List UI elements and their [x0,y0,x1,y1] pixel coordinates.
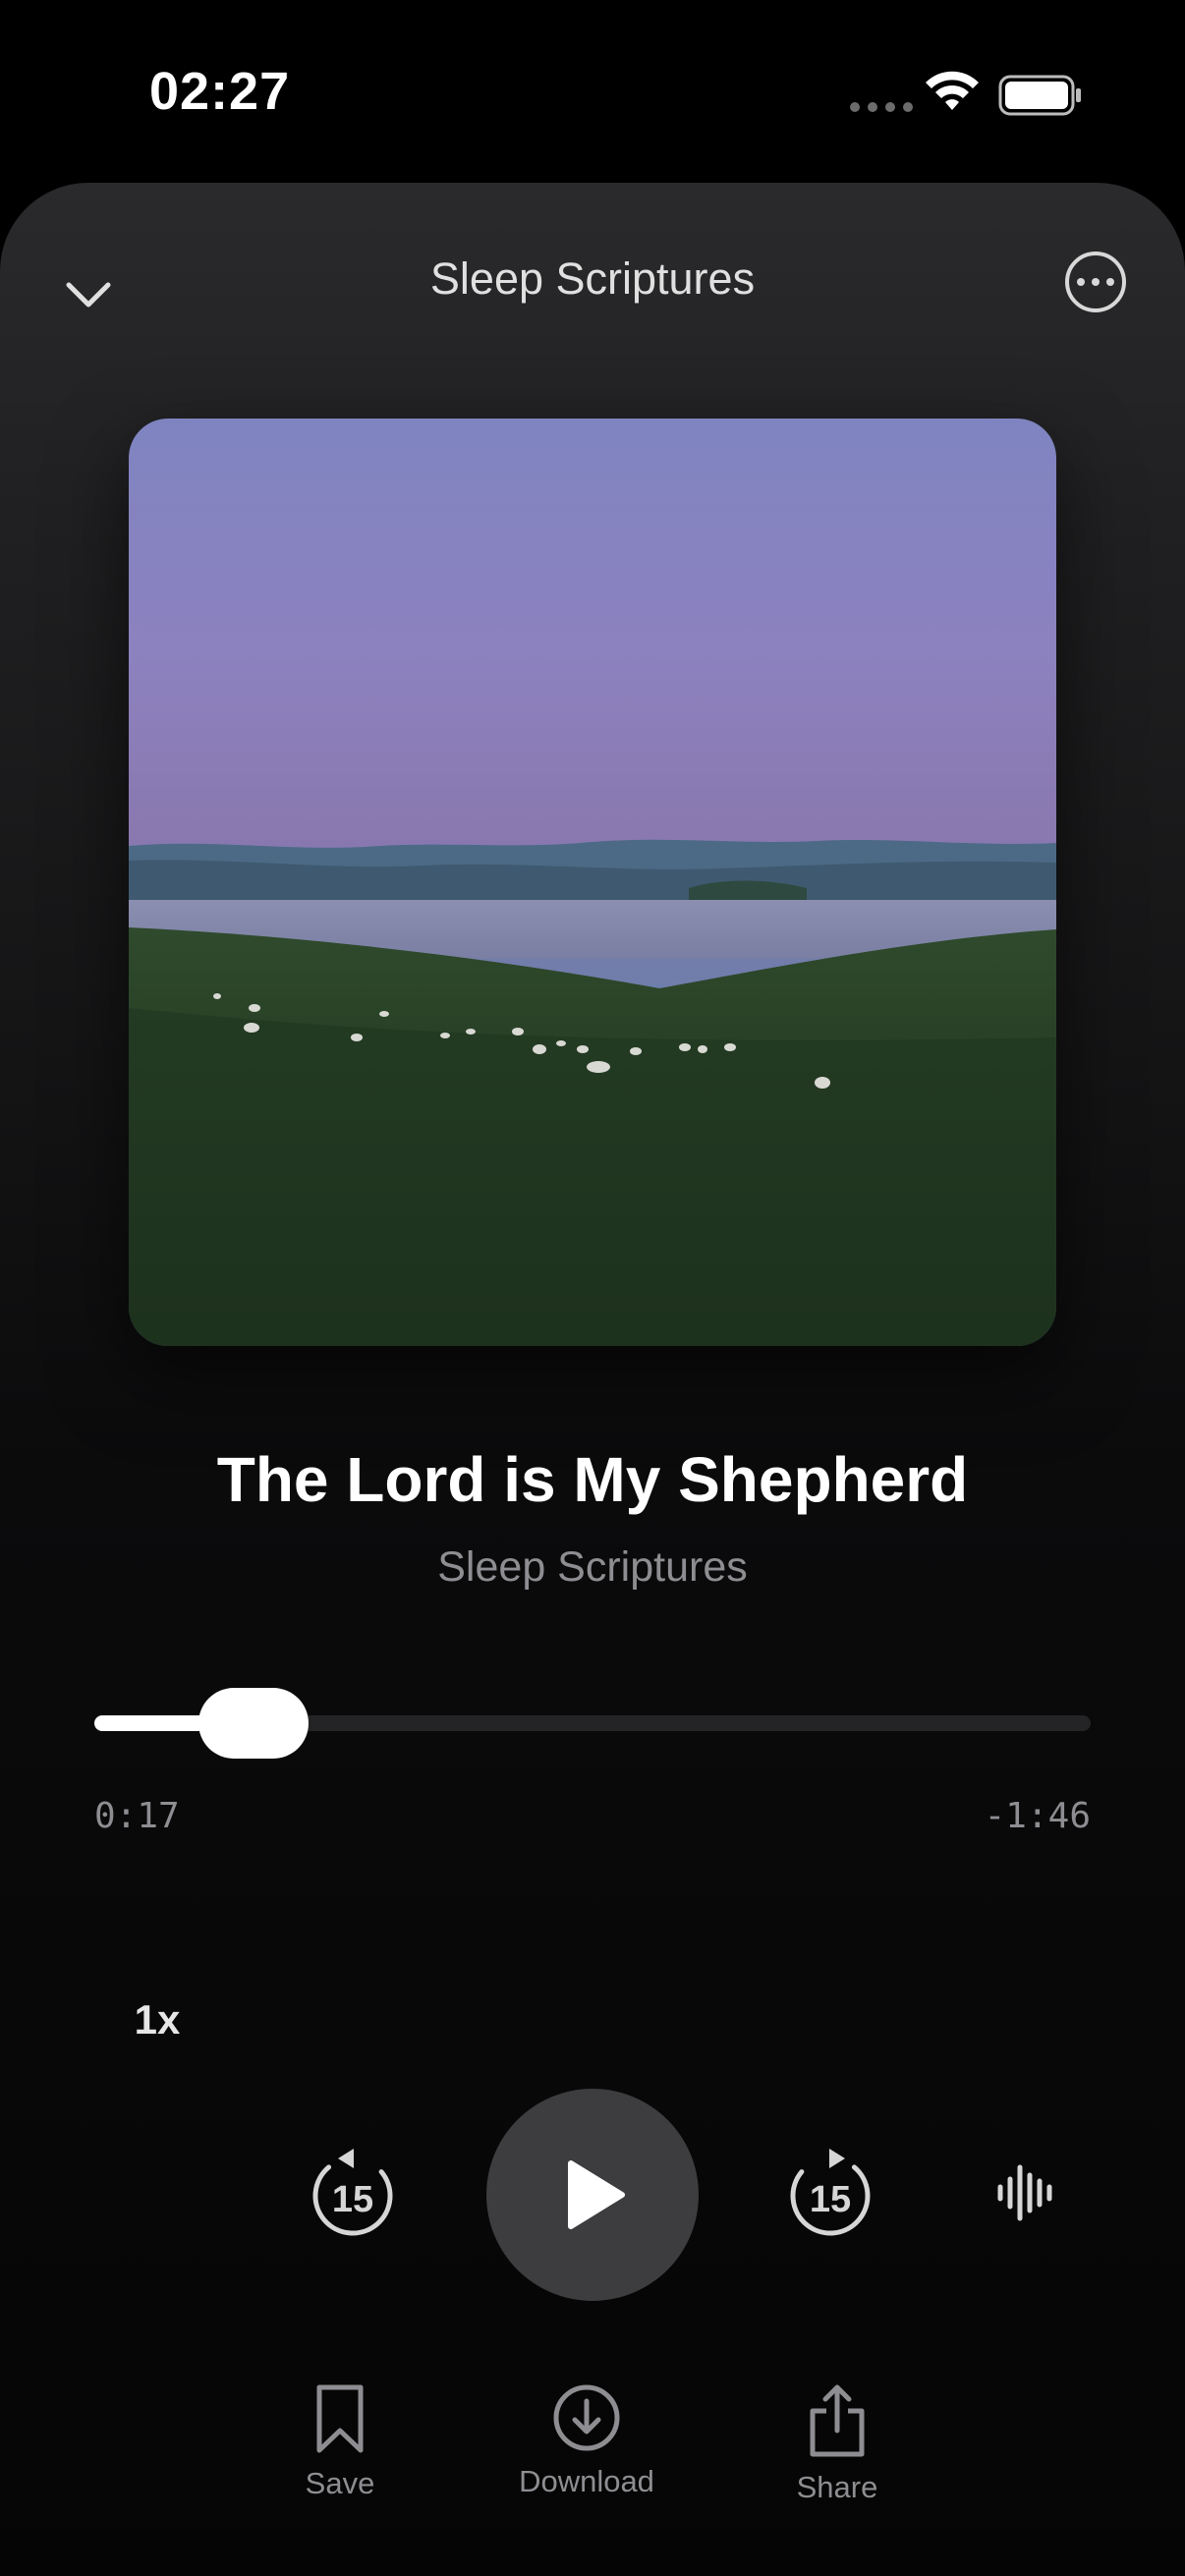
skip-forward-15-icon: 15 [790,2149,871,2236]
skip-back-seconds: 15 [332,2179,373,2220]
play-icon [568,2160,625,2229]
waveform-icon[interactable] [996,2163,1055,2222]
wifi-icon [926,71,979,110]
ellipsis-dot [1092,278,1100,286]
download-circle-icon [553,2384,620,2451]
skip-back-button[interactable]: 15 [309,2147,397,2244]
progress-thumb[interactable] [198,1688,309,1759]
player-sheet: Sleep Scriptures The Lord is My Shepherd… [0,183,1185,2576]
ellipsis-dot [1077,278,1085,286]
bookmark-icon [316,2384,364,2453]
status-bar: 02:27 [0,0,1185,187]
elapsed-time: 0:17 [94,1796,180,1836]
ellipsis-dot [1106,278,1114,286]
skip-forward-button[interactable]: 15 [786,2147,875,2244]
download-button[interactable]: Download [493,2383,680,2499]
signal-icon [850,102,913,112]
battery-icon [998,75,1081,116]
download-label: Download [519,2464,654,2498]
track-artist[interactable]: Sleep Scriptures [0,1543,1185,1592]
play-button[interactable] [486,2089,699,2301]
share-label: Share [796,2470,878,2504]
skip-back-15-icon: 15 [312,2149,393,2236]
playback-speed-button[interactable]: 1x [118,1981,197,2059]
save-label: Save [305,2466,375,2500]
player-header-title: Sleep Scriptures [429,253,756,304]
save-button[interactable]: Save [281,2383,399,2501]
album-artwork [129,419,1056,1346]
remaining-time: -1:46 [984,1796,1091,1836]
skip-forward-seconds: 15 [810,2179,851,2220]
track-title: The Lord is My Shepherd [216,1444,969,1515]
share-button[interactable]: Share [778,2383,896,2505]
status-time: 02:27 [149,62,291,121]
share-icon [810,2384,865,2457]
more-options-button[interactable] [1065,252,1126,312]
progress-slider[interactable] [94,1688,1091,1759]
